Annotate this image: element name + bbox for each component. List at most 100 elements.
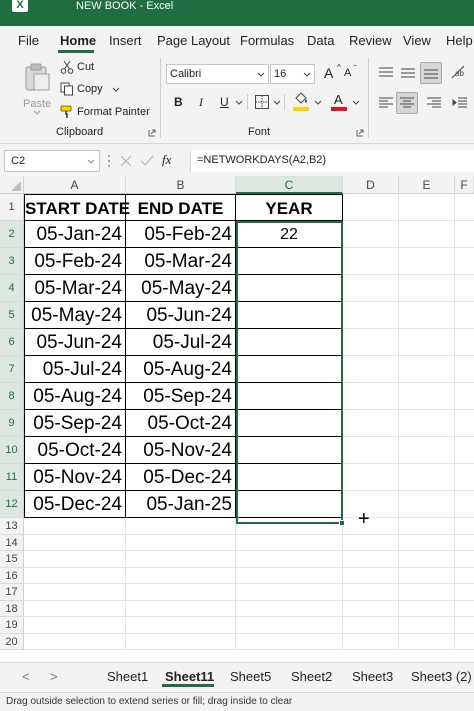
column-header-e[interactable]: E — [399, 176, 455, 194]
cell-a6[interactable]: 05-Jun-24 — [25, 329, 126, 356]
align-center-button[interactable] — [396, 92, 418, 114]
cell-b12[interactable]: 05-Jan-25 — [126, 491, 236, 518]
selection-range[interactable] — [236, 221, 343, 524]
row-header-8[interactable]: 8 — [0, 383, 24, 410]
column-header-f[interactable]: F — [455, 176, 474, 194]
row-header-12[interactable]: 12 — [0, 491, 24, 518]
more-options-icon[interactable] — [107, 154, 111, 168]
header-cell-c1[interactable]: YEAR — [236, 195, 343, 221]
row-header-6[interactable]: 6 — [0, 329, 24, 356]
cell-b3[interactable]: 05-Mar-24 — [126, 248, 236, 275]
cell-a3[interactable]: 05-Feb-24 — [25, 248, 126, 275]
menu-page-layout[interactable]: Page Layout — [157, 33, 230, 48]
row-header-15[interactable]: 15 — [0, 551, 24, 568]
row-header-11[interactable]: 11 — [0, 464, 24, 491]
cell-a9[interactable]: 05-Sep-24 — [25, 410, 126, 437]
prev-sheet-button[interactable]: < — [22, 669, 30, 684]
row-header-19[interactable]: 19 — [0, 617, 24, 634]
row-header-16[interactable]: 16 — [0, 567, 24, 584]
menu-data[interactable]: Data — [307, 33, 334, 48]
row-header-18[interactable]: 18 — [0, 600, 24, 617]
cell-b9[interactable]: 05-Oct-24 — [126, 410, 236, 437]
sheet-tab-sheet3[interactable]: Sheet3 — [352, 669, 393, 684]
cell-b6[interactable]: 05-Jul-24 — [126, 329, 236, 356]
align-right-icon[interactable] — [426, 96, 442, 110]
copy-button[interactable]: Copy — [60, 82, 124, 98]
chevron-down-icon[interactable] — [273, 100, 281, 106]
spreadsheet-grid[interactable]: ABCDEF 1 2 3 4 5 6 7 8 9 10 11 12 13 14 15 16 17 18 19 20 S… — [0, 176, 474, 662]
format-painter-button[interactable]: Format Painter — [60, 105, 156, 121]
paste-button[interactable]: Paste — [20, 60, 54, 116]
menu-home[interactable]: Home — [60, 33, 96, 48]
header-cell-b1[interactable]: END DATE — [126, 195, 236, 221]
cell-a12[interactable]: 05-Dec-24 — [25, 491, 126, 518]
select-all-corner[interactable] — [0, 176, 24, 194]
name-box[interactable]: C2 — [4, 150, 100, 172]
chevron-down-icon[interactable] — [352, 100, 360, 106]
cell-b4[interactable]: 05-May-24 — [126, 275, 236, 302]
cell-b11[interactable]: 05-Dec-24 — [126, 464, 236, 491]
cell-a2[interactable]: 05-Jan-24 — [25, 221, 126, 248]
cell-a5[interactable]: 05-May-24 — [25, 302, 126, 329]
menu-insert[interactable]: Insert — [109, 33, 142, 48]
cancel-icon[interactable] — [120, 155, 132, 167]
cell-b8[interactable]: 05-Sep-24 — [126, 383, 236, 410]
sheet-tab-sheet2[interactable]: Sheet2 — [291, 669, 332, 684]
enter-check-icon[interactable] — [140, 155, 154, 167]
font-color-button[interactable]: A — [330, 92, 350, 112]
font-launcher-icon[interactable] — [356, 129, 364, 137]
cell-b7[interactable]: 05-Aug-24 — [126, 356, 236, 383]
chevron-down-icon[interactable] — [314, 100, 322, 106]
row-header-3[interactable]: 3 — [0, 248, 24, 275]
row-header-10[interactable]: 10 — [0, 437, 24, 464]
bold-button[interactable]: B — [174, 95, 183, 109]
row-header-13[interactable]: 13 — [0, 518, 24, 535]
paste-dropdown-icon[interactable] — [33, 110, 41, 116]
align-left-icon[interactable] — [378, 96, 394, 110]
next-sheet-button[interactable]: > — [50, 669, 58, 684]
row-header-4[interactable]: 4 — [0, 275, 24, 302]
sheet-tab-sheet1[interactable]: Sheet1 — [107, 669, 148, 684]
cell-b10[interactable]: 05-Nov-24 — [126, 437, 236, 464]
borders-icon[interactable] — [254, 94, 270, 110]
menu-file[interactable]: File — [18, 33, 39, 48]
column-header-b[interactable]: B — [126, 176, 236, 194]
row-header-17[interactable]: 17 — [0, 584, 24, 601]
cell-b2[interactable]: 05-Feb-24 — [126, 221, 236, 248]
sheet-tab-sheet11[interactable]: Sheet11 — [165, 669, 214, 684]
shrink-font-button[interactable]: A — [344, 67, 351, 79]
menu-review[interactable]: Review — [349, 33, 392, 48]
cell-a10[interactable]: 05-Oct-24 — [25, 437, 126, 464]
row-header-14[interactable]: 14 — [0, 534, 24, 551]
grow-font-button[interactable]: A — [324, 65, 333, 81]
column-header-a[interactable]: A — [24, 176, 126, 194]
align-middle-icon[interactable] — [400, 66, 416, 80]
underline-button[interactable]: U — [220, 95, 229, 109]
column-header-d[interactable]: D — [343, 176, 399, 194]
orientation-icon[interactable]: ab — [450, 64, 468, 80]
cell-a8[interactable]: 05-Aug-24 — [25, 383, 126, 410]
menu-view[interactable]: View — [403, 33, 431, 48]
indent-icon[interactable] — [452, 96, 468, 110]
clipboard-launcher-icon[interactable] — [148, 129, 156, 137]
cell-b5[interactable]: 05-Jun-24 — [126, 302, 236, 329]
row-header-1[interactable]: 1 — [0, 194, 24, 221]
menu-help[interactable]: Help — [446, 33, 473, 48]
menu-formulas[interactable]: Formulas — [240, 33, 294, 48]
copy-dropdown-icon[interactable] — [112, 87, 120, 93]
align-top-icon[interactable] — [378, 66, 394, 80]
fill-color-button[interactable] — [292, 92, 312, 112]
font-size-select[interactable]: 16 — [270, 64, 315, 84]
row-header-2[interactable]: 2 — [0, 221, 24, 248]
cut-button[interactable]: Cut — [60, 60, 120, 76]
align-bottom-button[interactable] — [420, 62, 442, 84]
row-header-7[interactable]: 7 — [0, 356, 24, 383]
font-name-select[interactable]: Calibri — [166, 64, 269, 84]
cell-a11[interactable]: 05-Nov-24 — [25, 464, 126, 491]
row-header-20[interactable]: 20 — [0, 633, 24, 650]
formula-input[interactable]: =NETWORKDAYS(A2,B2) — [190, 150, 474, 172]
header-cell-a1[interactable]: START DATE — [25, 195, 130, 221]
fill-handle[interactable] — [339, 520, 345, 526]
chevron-down-icon[interactable] — [235, 100, 243, 106]
row-header-5[interactable]: 5 — [0, 302, 24, 329]
